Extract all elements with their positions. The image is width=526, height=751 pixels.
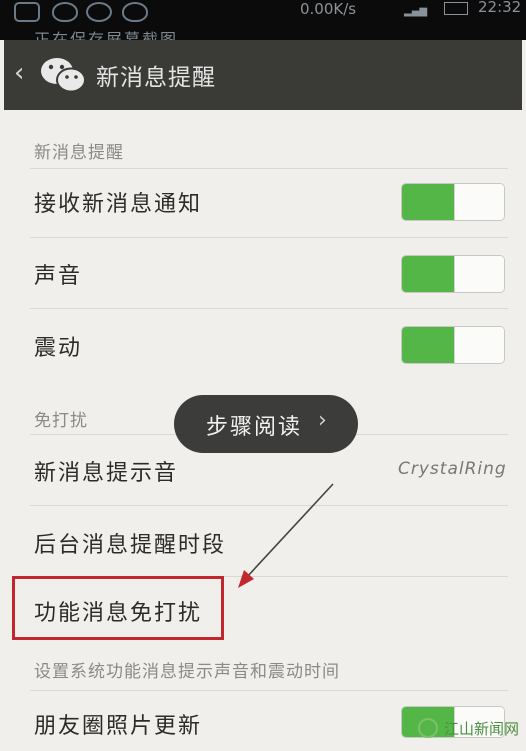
section-label-new-message: 新消息提醒: [34, 143, 124, 163]
shield-icon: [122, 2, 148, 22]
back-chevron-icon[interactable]: ‹: [14, 58, 24, 88]
divider: [30, 168, 508, 169]
setting-vibrate[interactable]: 震动: [34, 330, 82, 362]
setting-message-ringtone[interactable]: 新消息提示音: [34, 455, 178, 487]
watermark-text: 江山新闻网: [444, 720, 520, 738]
clock: 22:32: [478, 0, 522, 16]
page-title: 新消息提醒: [96, 65, 216, 91]
toggle-vibrate[interactable]: [401, 326, 505, 364]
divider: [30, 237, 508, 238]
shield-icon: [52, 2, 78, 22]
step-reading-label: 步骤阅读: [206, 415, 303, 440]
signal-icon: ▂▄▆: [404, 6, 428, 17]
notification-count-icon: [86, 2, 112, 22]
notification-text: 正在保存屏幕截图: [34, 30, 179, 40]
setting-moments-updates[interactable]: 朋友圈照片更新: [34, 708, 202, 740]
network-speed: 0.00K/s: [300, 0, 357, 18]
toggle-sound[interactable]: [401, 255, 505, 293]
ringtone-value: CrystalRing: [398, 459, 507, 479]
annotation-arrow-icon: [238, 483, 334, 588]
step-reading-button[interactable]: 步骤阅读 ›: [174, 395, 358, 453]
battery-icon: [444, 2, 468, 15]
toggle-receive-notifications[interactable]: [401, 183, 505, 221]
setting-receive-notifications[interactable]: 接收新消息通知: [34, 186, 202, 218]
app-header: ‹ 新消息提醒: [4, 40, 522, 110]
highlight-annotation-box: [12, 576, 224, 640]
screenshot-icon: [14, 2, 40, 22]
watermark-logo-icon: [418, 718, 438, 738]
divider: [30, 690, 508, 691]
section-label-do-not-disturb: 免打扰: [34, 411, 88, 431]
wechat-logo-icon: [41, 58, 86, 93]
divider: [30, 308, 508, 309]
feature-dnd-description: 设置系统功能消息提示声音和震动时间: [34, 662, 340, 682]
setting-background-reminder-period[interactable]: 后台消息提醒时段: [34, 527, 226, 559]
status-bar: 0.00K/s ▂▄▆ 22:32 正在保存屏幕截图: [0, 0, 526, 40]
chevron-right-icon: ›: [318, 408, 327, 433]
setting-sound[interactable]: 声音: [34, 258, 82, 290]
